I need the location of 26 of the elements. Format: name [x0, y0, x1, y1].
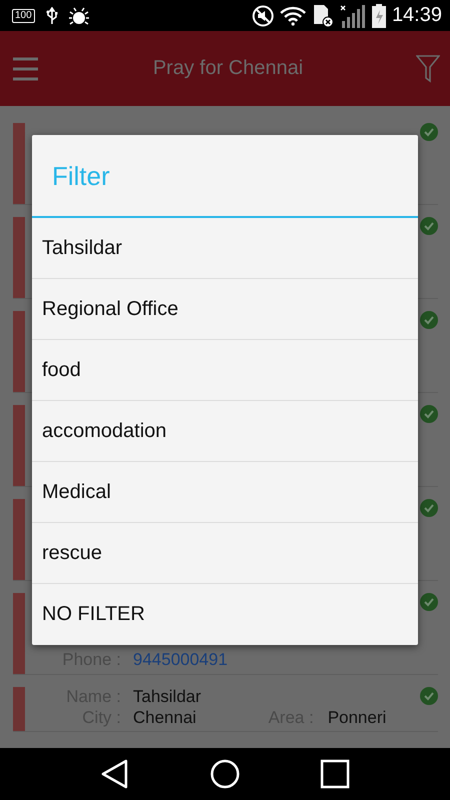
field-value: Ponneri: [328, 708, 386, 727]
sim-card-icon: [312, 4, 334, 28]
back-icon[interactable]: [100, 759, 130, 789]
filter-option[interactable]: NO FILTER: [32, 584, 418, 645]
home-icon[interactable]: [210, 759, 240, 789]
mute-icon: [252, 4, 274, 26]
signal-icon: [340, 4, 366, 28]
filter-option[interactable]: accomodation: [32, 401, 418, 462]
clock: 14:39: [392, 4, 442, 27]
usb-icon: [44, 6, 59, 24]
battery-charging-icon: [372, 4, 386, 28]
field-value: Tahsildar: [133, 687, 202, 706]
filter-option[interactable]: food: [32, 340, 418, 401]
field-value: Chennai: [133, 708, 196, 727]
dialog-title: Filter: [51, 160, 111, 193]
recents-icon[interactable]: [320, 759, 350, 789]
filter-option[interactable]: Regional Office: [32, 279, 418, 340]
filter-option[interactable]: Medical: [32, 462, 418, 523]
battery-level-icon: 100: [12, 8, 35, 22]
filter-option[interactable]: rescue: [32, 523, 418, 584]
filter-icon[interactable]: [416, 54, 440, 82]
wifi-icon: [280, 6, 306, 26]
filter-option[interactable]: Tahsildar: [32, 218, 418, 279]
app-title: Pray for Chennai: [152, 57, 304, 80]
card-accent-bar: [13, 687, 25, 731]
menu-icon[interactable]: [12, 56, 40, 80]
